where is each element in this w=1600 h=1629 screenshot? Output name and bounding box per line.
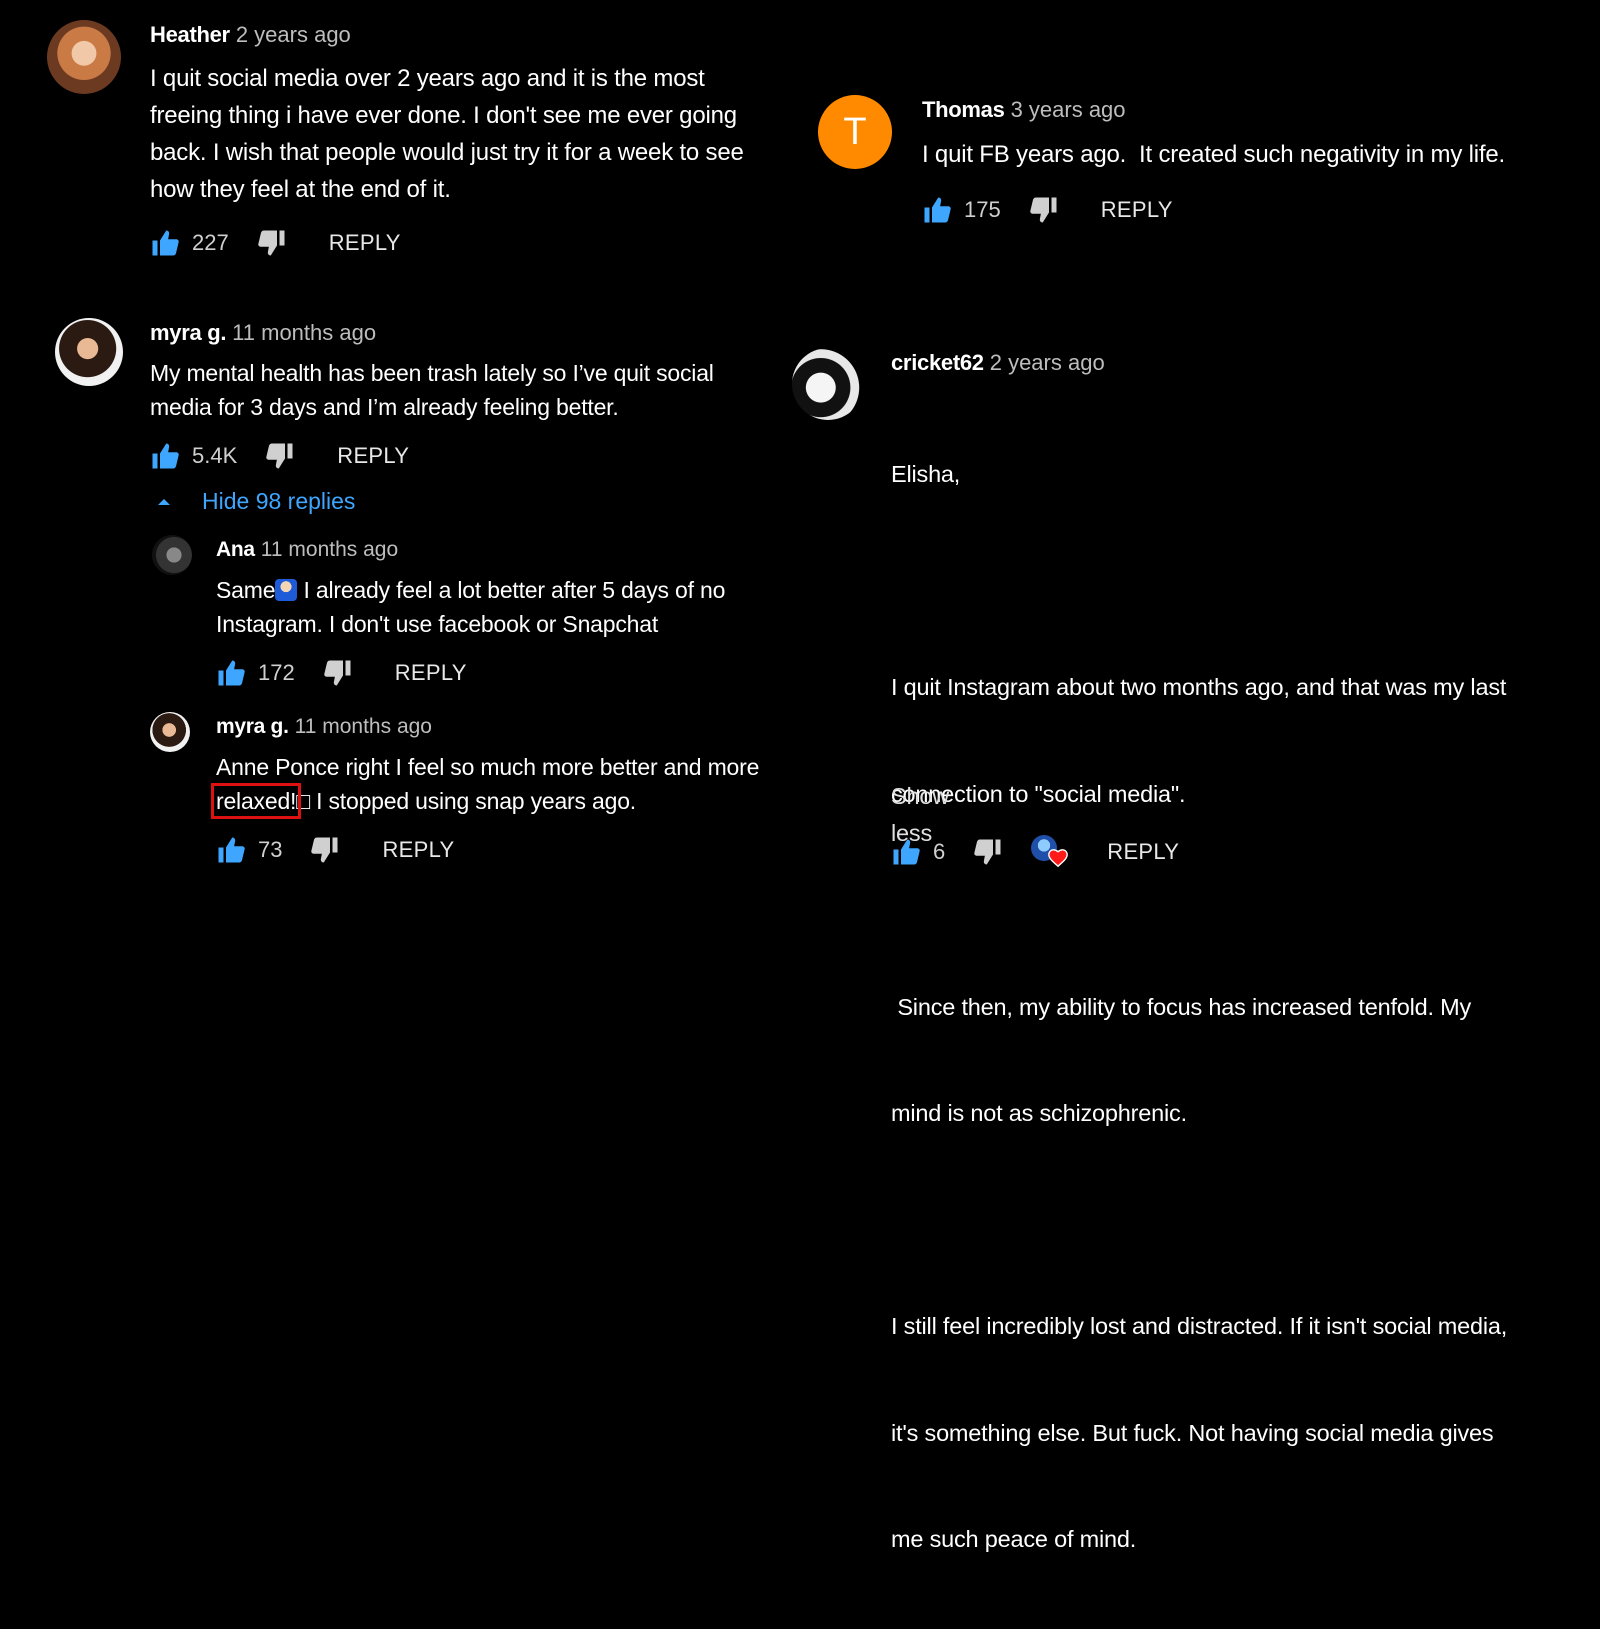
comment-text-line: I still feel incredibly lost and distrac… — [891, 1313, 1508, 1339]
author-name[interactable]: myra g. — [216, 715, 289, 738]
comment-text-line: I quit social media over 2 years ago and… — [150, 65, 705, 92]
creator-heart-icon — [1031, 835, 1071, 869]
hide-replies-button[interactable]: Hide 98 replies — [158, 488, 355, 515]
comment-text-line: mind is not as schizophrenic. — [891, 1100, 1187, 1126]
thumbs-up-icon[interactable] — [922, 195, 952, 225]
comment-author-line: Thomas 3 years ago — [922, 97, 1126, 123]
comment-author-line: Heather 2 years ago — [150, 22, 351, 48]
comment-text-line: Instagram. I don't use facebook or Snapc… — [216, 611, 659, 637]
comment-text-line: it's something else. But fuck. Not havin… — [891, 1419, 1494, 1446]
comment-text-line: I quit Instagram about two months ago, a… — [891, 674, 1507, 700]
comment-text: Same I already feel a lot better after 5… — [216, 573, 816, 641]
comment-text-line: Same I already feel a lot better after 5… — [216, 573, 816, 607]
comment-actions: 175 REPLY — [922, 195, 1173, 225]
comment-text-line: Since then, my ability to focus has incr… — [891, 993, 1472, 1020]
reply-button[interactable]: REPLY — [337, 443, 409, 469]
comment-text: I quit FB years ago. It created such neg… — [922, 141, 1505, 168]
comment-author-line: cricket62 2 years ago — [891, 350, 1105, 376]
author-name[interactable]: Ana — [216, 538, 255, 561]
thumbs-up-icon[interactable] — [216, 835, 246, 865]
author-name[interactable]: cricket62 — [891, 350, 984, 375]
comment-time[interactable]: 2 years ago — [236, 22, 351, 47]
avatar-letter: T — [843, 110, 867, 153]
comment-text-segment: Same — [216, 577, 276, 603]
comment-time[interactable]: 11 months ago — [232, 320, 376, 345]
avatar[interactable] — [47, 20, 121, 94]
like-count: 5.4K — [192, 443, 238, 468]
comment-text-line: me such peace of mind. — [891, 1526, 1137, 1552]
thumbs-down-icon[interactable] — [257, 228, 287, 258]
comment-text-line: media for 3 days and I’m already feeling… — [150, 394, 619, 420]
comment-time[interactable]: 11 months ago — [261, 538, 398, 561]
avatar[interactable] — [55, 318, 123, 386]
comment-text-line: connection to "social media". — [891, 780, 1186, 807]
comment-actions: 5.4K REPLY — [150, 441, 409, 471]
comment-author-line: myra g. 11 months ago — [150, 320, 376, 346]
comment-author-line: Ana 11 months ago — [216, 538, 398, 562]
avatar[interactable]: T — [818, 95, 892, 169]
thumbs-down-icon[interactable] — [973, 837, 1003, 867]
comment-actions: 172 REPLY — [216, 658, 467, 688]
comment-text: My mental health has been trash lately s… — [150, 356, 790, 424]
like-count: 73 — [258, 837, 283, 862]
comment-text: Anne Ponce right I feel so much more bet… — [210, 750, 836, 819]
like-count: 172 — [258, 660, 295, 685]
thumbs-up-icon[interactable] — [150, 441, 180, 471]
comment-text-segment: I already feel a lot better after 5 days… — [297, 577, 726, 603]
comment-text: Elisha, I quit Instagram about two month… — [891, 386, 1591, 1629]
avatar[interactable] — [792, 348, 864, 420]
avatar[interactable] — [150, 712, 190, 752]
author-name[interactable]: Heather — [150, 22, 230, 47]
like-count: 6 — [933, 839, 946, 864]
emoji-icon — [275, 579, 298, 601]
comment-actions: 6 REPLY — [891, 835, 1179, 869]
thumbs-down-icon[interactable] — [265, 441, 295, 471]
hide-replies-label: Hide 98 replies — [202, 488, 356, 514]
comment-text-segment: □ I stopped using snap years ago. — [296, 788, 636, 814]
comment-text-line: back. I wish that people would just try … — [150, 139, 744, 166]
comment-time[interactable]: 3 years ago — [1011, 97, 1126, 122]
comment-text-line: Elisha, — [891, 461, 961, 487]
thumbs-down-icon[interactable] — [323, 658, 353, 688]
comment-author-line: myra g. 11 months ago — [216, 715, 432, 739]
comment-text-line: how they feel at the end of it. — [150, 176, 451, 203]
comment-text-line: relaxed!□ I stopped using snap years ago… — [210, 783, 836, 819]
thumbs-up-icon[interactable] — [150, 228, 180, 258]
comment-actions: 73 REPLY — [216, 835, 455, 865]
reply-button[interactable]: REPLY — [329, 230, 401, 256]
thumbs-down-icon[interactable] — [310, 835, 340, 865]
comment-text-line: My mental health has been trash lately s… — [150, 360, 714, 386]
comment-actions: 227 REPLY — [150, 228, 401, 258]
reply-button[interactable]: REPLY — [382, 837, 454, 863]
comment-text-line: freeing thing i have ever done. I don't … — [150, 102, 737, 129]
avatar[interactable] — [152, 535, 192, 575]
thumbs-up-icon[interactable] — [216, 658, 246, 688]
like-count: 175 — [964, 197, 1001, 222]
author-name[interactable]: Thomas — [922, 97, 1005, 122]
author-name[interactable]: myra g. — [150, 320, 226, 345]
highlighted-word: relaxed! — [210, 783, 302, 819]
caret-up-icon — [158, 498, 170, 505]
comment-time[interactable]: 2 years ago — [990, 350, 1105, 375]
comment-text-line: Anne Ponce right I feel so much more bet… — [216, 754, 760, 780]
comment-time[interactable]: 11 months ago — [295, 715, 432, 738]
reply-button[interactable]: REPLY — [395, 660, 467, 686]
like-count: 227 — [192, 230, 229, 255]
reply-button[interactable]: REPLY — [1107, 839, 1179, 865]
thumbs-down-icon[interactable] — [1029, 195, 1059, 225]
thumbs-up-icon[interactable] — [891, 837, 921, 867]
comment-text: I quit social media over 2 years ago and… — [150, 60, 830, 208]
reply-button[interactable]: REPLY — [1101, 197, 1173, 223]
